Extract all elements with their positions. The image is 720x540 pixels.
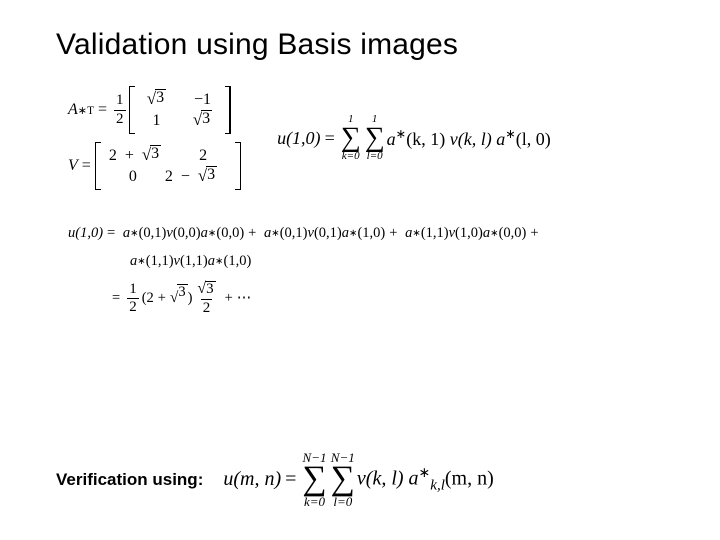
u10-expansion: u(1,0) = a∗(0,1)v(0,0)a∗(0,0) + a∗(0,1)v… bbox=[68, 220, 680, 317]
u10-double-sum: u(1,0) = 1 ∑ k=0 1 ∑ l=0 a∗(k, 1) v(k, l… bbox=[277, 114, 551, 161]
page-title: Validation using Basis images bbox=[56, 28, 680, 62]
verification-label: Verification using: bbox=[56, 470, 203, 490]
matrix-a-star-t: A∗T = 1 2 √3 −1 1 √3 bbox=[68, 86, 241, 134]
verification-formula: u(m, n) = N−1 ∑ k=0 N−1 ∑ l=0 v(k, l) a∗… bbox=[223, 451, 493, 508]
matrix-v: V = 2 + √3 2 0 2 − √3 bbox=[68, 142, 241, 190]
